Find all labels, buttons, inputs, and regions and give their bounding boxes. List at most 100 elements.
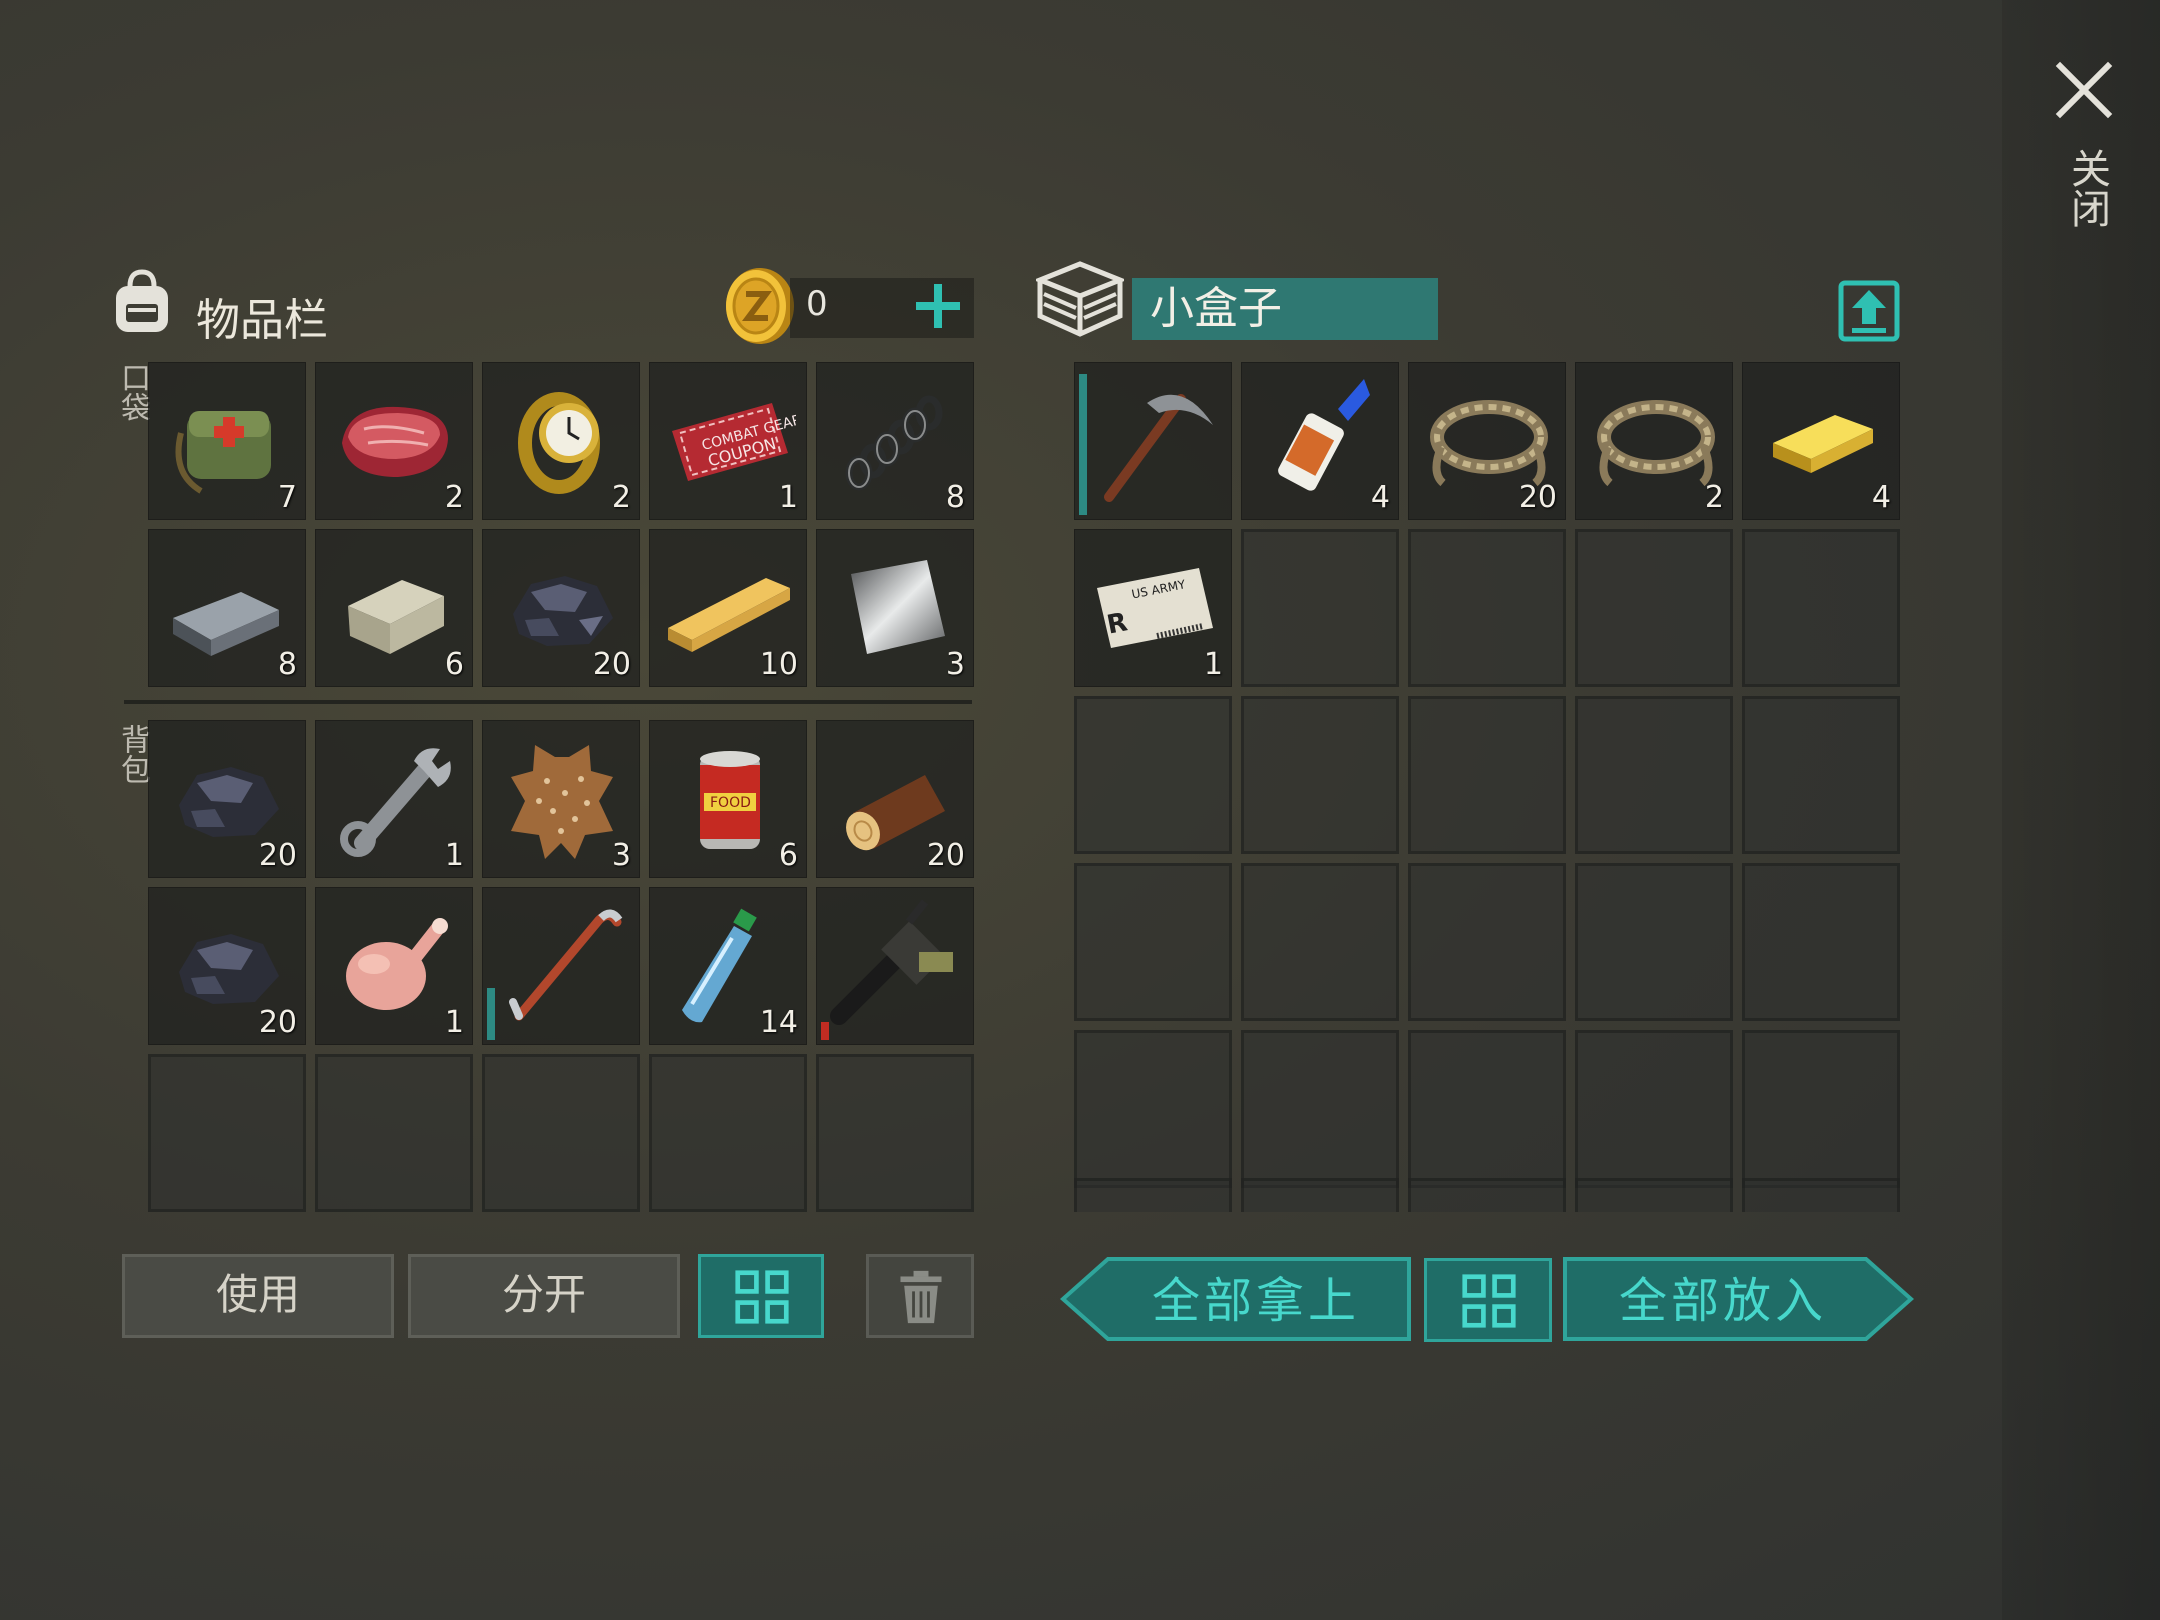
empty-slot[interactable]	[1241, 1030, 1399, 1188]
inventory-title: 物品栏	[196, 295, 328, 346]
item-count: 1	[444, 838, 464, 873]
put-all-label-wrap[interactable]: 全部放入	[1562, 1258, 1884, 1344]
wrench-icon	[340, 748, 451, 857]
inventory-slot[interactable]: 3	[816, 529, 974, 687]
empty-slot[interactable]	[1241, 863, 1399, 1021]
empty-slot[interactable]	[816, 1054, 974, 1212]
inventory-slot[interactable]: 10	[649, 529, 807, 687]
empty-slot[interactable]	[1241, 1178, 1399, 1212]
use-button[interactable]: 使用	[122, 1254, 394, 1338]
inventory-slot[interactable]: 20	[482, 529, 640, 687]
empty-slot[interactable]	[1575, 696, 1733, 854]
item-count: 8	[945, 480, 965, 515]
item-count: 3	[611, 838, 631, 873]
box-slot[interactable]: 2	[1575, 362, 1733, 520]
item-count: 14	[759, 1005, 798, 1040]
spring-icon	[845, 395, 943, 491]
box-name: 小盒子	[1132, 278, 1438, 340]
box-slot[interactable]: 20	[1408, 362, 1566, 520]
durability-bar	[821, 1022, 829, 1040]
split-button[interactable]: 分开	[408, 1254, 680, 1338]
empty-slot[interactable]	[1742, 1030, 1900, 1188]
upload-icon[interactable]	[1838, 280, 1900, 342]
coin-count: 0	[806, 284, 828, 324]
empty-slot[interactable]	[1241, 696, 1399, 854]
inventory-slot[interactable]	[816, 887, 974, 1045]
inventory-slot[interactable]: 1	[315, 887, 473, 1045]
canned-food-icon: FOOD	[700, 751, 760, 849]
empty-slot[interactable]	[1408, 696, 1566, 854]
sort-inventory-button[interactable]	[698, 1254, 824, 1338]
item-count: 2	[611, 480, 631, 515]
side-strip	[2002, 0, 2160, 1620]
item-count: 4	[1370, 480, 1390, 515]
raw-chicken-icon	[346, 918, 448, 1010]
close-icon[interactable]	[2052, 58, 2116, 122]
backpack-icon	[116, 269, 168, 332]
inventory-slot[interactable]: 2	[482, 362, 640, 520]
inventory-slot[interactable]: 20	[816, 720, 974, 878]
box-slot[interactable]: 4	[1241, 362, 1399, 520]
item-count: 8	[277, 647, 297, 682]
inventory-slot[interactable]	[482, 887, 640, 1045]
empty-slot[interactable]	[1408, 863, 1566, 1021]
empty-slot[interactable]	[1575, 529, 1733, 687]
empty-slot[interactable]	[1742, 1178, 1900, 1212]
item-count: 2	[444, 480, 464, 515]
empty-slot[interactable]	[482, 1054, 640, 1212]
item-count: 1	[1203, 647, 1223, 682]
item-count: 1	[778, 480, 798, 515]
item-count: 7	[277, 480, 297, 515]
take-all-label-wrap[interactable]: 全部拿上	[1100, 1258, 1412, 1344]
empty-slot[interactable]	[1074, 696, 1232, 854]
chainsaw-gun-icon	[830, 899, 953, 1025]
inventory-slot[interactable]: 14	[649, 887, 807, 1045]
empty-slot[interactable]	[1575, 863, 1733, 1021]
inventory-slot[interactable]: FOOD 6	[649, 720, 807, 878]
box-slot[interactable]: R US ARMY 1	[1074, 529, 1232, 687]
empty-slot[interactable]	[148, 1054, 306, 1212]
item-count: 20	[926, 838, 965, 873]
empty-slot[interactable]	[1742, 529, 1900, 687]
inventory-slot[interactable]: 7	[148, 362, 306, 520]
box-slot[interactable]: 4	[1742, 362, 1900, 520]
empty-slot[interactable]	[1074, 863, 1232, 1021]
trash-button[interactable]	[866, 1254, 974, 1338]
inventory-slot[interactable]: COMBAT GEAR COUPON 1	[649, 362, 807, 520]
item-count: 6	[778, 838, 798, 873]
empty-slot[interactable]	[1074, 1178, 1232, 1212]
inventory-slot[interactable]: 20	[148, 887, 306, 1045]
inventory-slot[interactable]: 20	[148, 720, 306, 878]
inventory-slot[interactable]: 6	[315, 529, 473, 687]
empty-slot[interactable]	[315, 1054, 473, 1212]
close-label[interactable]: 关闭	[2058, 148, 2110, 228]
inventory-slot[interactable]: 1	[315, 720, 473, 878]
stone-block-icon	[348, 580, 444, 654]
section-divider	[124, 700, 972, 704]
empty-slot[interactable]	[1074, 1030, 1232, 1188]
item-count: 6	[444, 647, 464, 682]
empty-slot[interactable]	[1408, 1178, 1566, 1212]
empty-slot[interactable]	[1575, 1030, 1733, 1188]
empty-slot[interactable]	[1241, 529, 1399, 687]
combat-gear-coupon-icon: COMBAT GEAR COUPON	[672, 403, 796, 481]
box-slot[interactable]	[1074, 362, 1232, 520]
empty-slot[interactable]	[1408, 529, 1566, 687]
iron-bar-icon	[173, 592, 279, 656]
inventory-slot[interactable]: 8	[148, 529, 306, 687]
pockets-grid: 7 2 2 COMBAT GEAR COUPON 1 8 8 6 20 10 3	[148, 362, 974, 687]
sort-box-button[interactable]	[1424, 1258, 1552, 1342]
gold-bar-icon	[1773, 415, 1873, 473]
empty-slot[interactable]	[649, 1054, 807, 1212]
add-coins-icon[interactable]	[908, 276, 968, 336]
inventory-slot[interactable]: 2	[315, 362, 473, 520]
inventory-slot[interactable]: 3	[482, 720, 640, 878]
inventory-slot[interactable]: 8	[816, 362, 974, 520]
empty-slot[interactable]	[1575, 1178, 1733, 1212]
us-army-card-icon: R US ARMY	[1097, 568, 1213, 648]
item-count: 20	[592, 647, 631, 682]
empty-slot[interactable]	[1742, 696, 1900, 854]
svg-text:FOOD: FOOD	[710, 795, 751, 811]
empty-slot[interactable]	[1408, 1030, 1566, 1188]
empty-slot[interactable]	[1742, 863, 1900, 1021]
